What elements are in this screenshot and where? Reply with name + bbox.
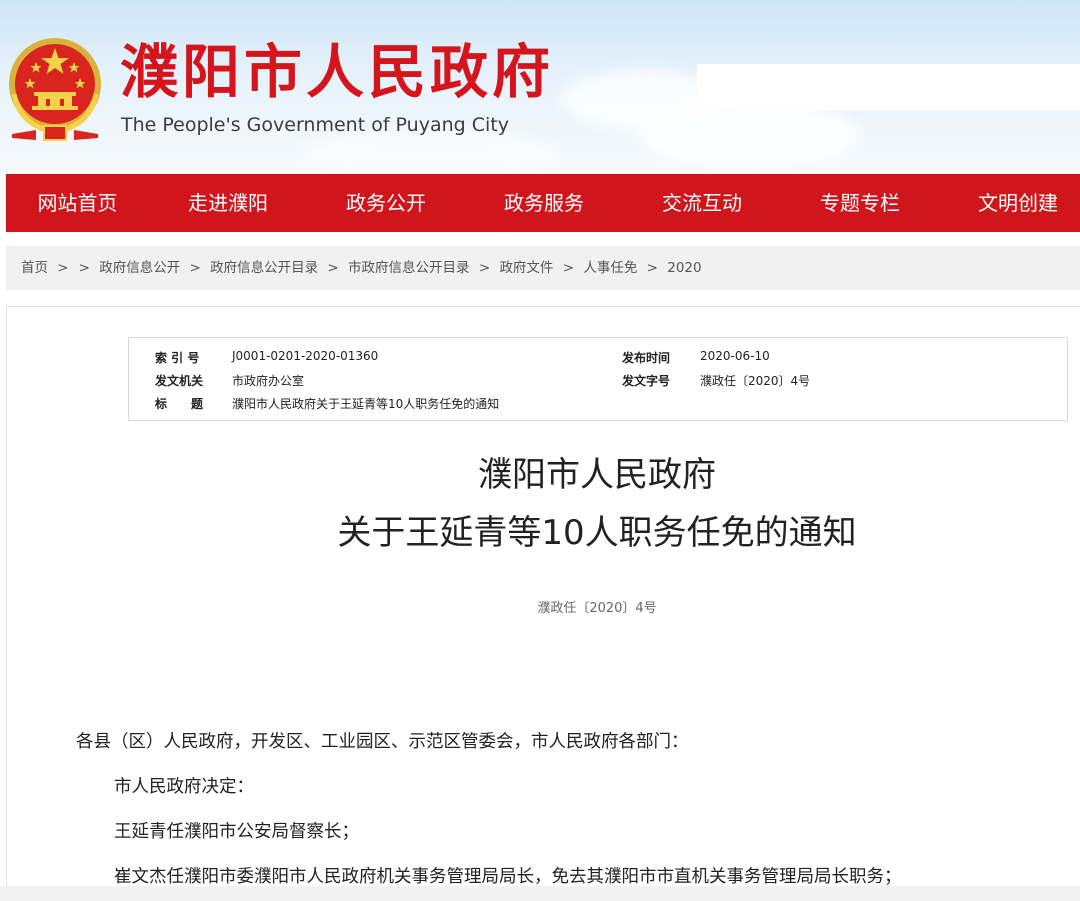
breadcrumb-separator: > — [189, 260, 201, 276]
document-title-line2: 关于王延青等10人职务任免的通知 — [337, 513, 857, 553]
issuer-label: 发文机关 — [155, 374, 204, 388]
national-emblem-icon — [9, 38, 101, 141]
breadcrumb-separator: > — [478, 260, 491, 276]
title-value: 濮阳市人民政府关于王延青等10人职务任免的通知 — [232, 397, 500, 411]
breadcrumb-link-appointments[interactable]: 人事任免 — [583, 260, 637, 276]
issuer-value: 市政府办公室 — [232, 374, 305, 388]
document-title-line1: 濮阳市人民政府 — [478, 455, 716, 495]
breadcrumb-link-city-catalog[interactable]: 市政府信息公开目录 — [348, 260, 470, 276]
search-input[interactable] — [697, 64, 1080, 110]
breadcrumb-separator: > — [78, 260, 90, 276]
breadcrumb-separator: > — [327, 260, 339, 276]
breadcrumb-link-year[interactable]: 2020 — [667, 260, 701, 276]
publish-time-label: 发布时间 — [622, 351, 671, 365]
main-nav: 网站首页 走进濮阳 政务公开 政务服务 交流互动 专题专栏 文明创建 — [6, 174, 1080, 232]
title-label: 标 题 — [155, 397, 204, 411]
body-paragraph: 市人民政府决定： — [114, 777, 254, 797]
publish-time-value: 2020-06-10 — [700, 349, 770, 363]
nav-item-about-puyang[interactable]: 走进濮阳 — [149, 174, 307, 232]
nav-item-civilization[interactable]: 文明创建 — [939, 174, 1080, 232]
breadcrumb-separator: > — [562, 260, 575, 276]
nav-item-gov-affairs-open[interactable]: 政务公开 — [307, 174, 465, 232]
nav-item-gov-services[interactable]: 政务服务 — [465, 174, 623, 232]
breadcrumb-separator: > — [646, 260, 658, 276]
nav-item-home[interactable]: 网站首页 — [6, 174, 149, 232]
document-number-label: 发文字号 — [622, 374, 671, 388]
document-metadata-table: 索 引 号 J0001-0201-2020-01360 发布时间 2020-06… — [128, 337, 1068, 421]
breadcrumb-separator: > — [57, 260, 69, 276]
index-number-value: J0001-0201-2020-01360 — [232, 349, 379, 363]
header-banner: 濮阳市人民政府 The People's Government of Puyan… — [0, 0, 1080, 172]
breadcrumb-link-info-disclosure[interactable]: 政府信息公开 — [99, 260, 180, 276]
site-title: 濮阳市人民政府 — [120, 38, 555, 106]
breadcrumb-link-gov-documents[interactable]: 政府文件 — [499, 260, 553, 276]
breadcrumb-link-disclosure-catalog[interactable]: 政府信息公开目录 — [210, 260, 318, 276]
index-number-label: 索 引 号 — [155, 351, 200, 365]
body-paragraph: 王延青任濮阳市公安局督察长； — [114, 822, 359, 842]
breadcrumb-link-home[interactable]: 首页 — [21, 260, 48, 276]
nav-item-special-topics[interactable]: 专题专栏 — [781, 174, 939, 232]
article-content: 索 引 号 J0001-0201-2020-01360 发布时间 2020-06… — [6, 306, 1080, 901]
site-subtitle: The People's Government of Puyang City — [121, 114, 509, 136]
document-number: 濮政任〔2020〕4号 — [537, 601, 657, 616]
nav-item-interaction[interactable]: 交流互动 — [623, 174, 781, 232]
document-number-value: 濮政任〔2020〕4号 — [700, 374, 811, 388]
cloud-decoration — [640, 100, 860, 170]
salutation-paragraph: 各县（区）人民政府，开发区、工业园区、示范区管委会，市人民政府各部门： — [76, 732, 689, 752]
breadcrumb: 首页 > > 政府信息公开 > 政府信息公开目录 > 市政府信息公开目录 > 政府… — [6, 246, 1080, 290]
horizontal-scrollbar[interactable] — [0, 886, 1080, 901]
